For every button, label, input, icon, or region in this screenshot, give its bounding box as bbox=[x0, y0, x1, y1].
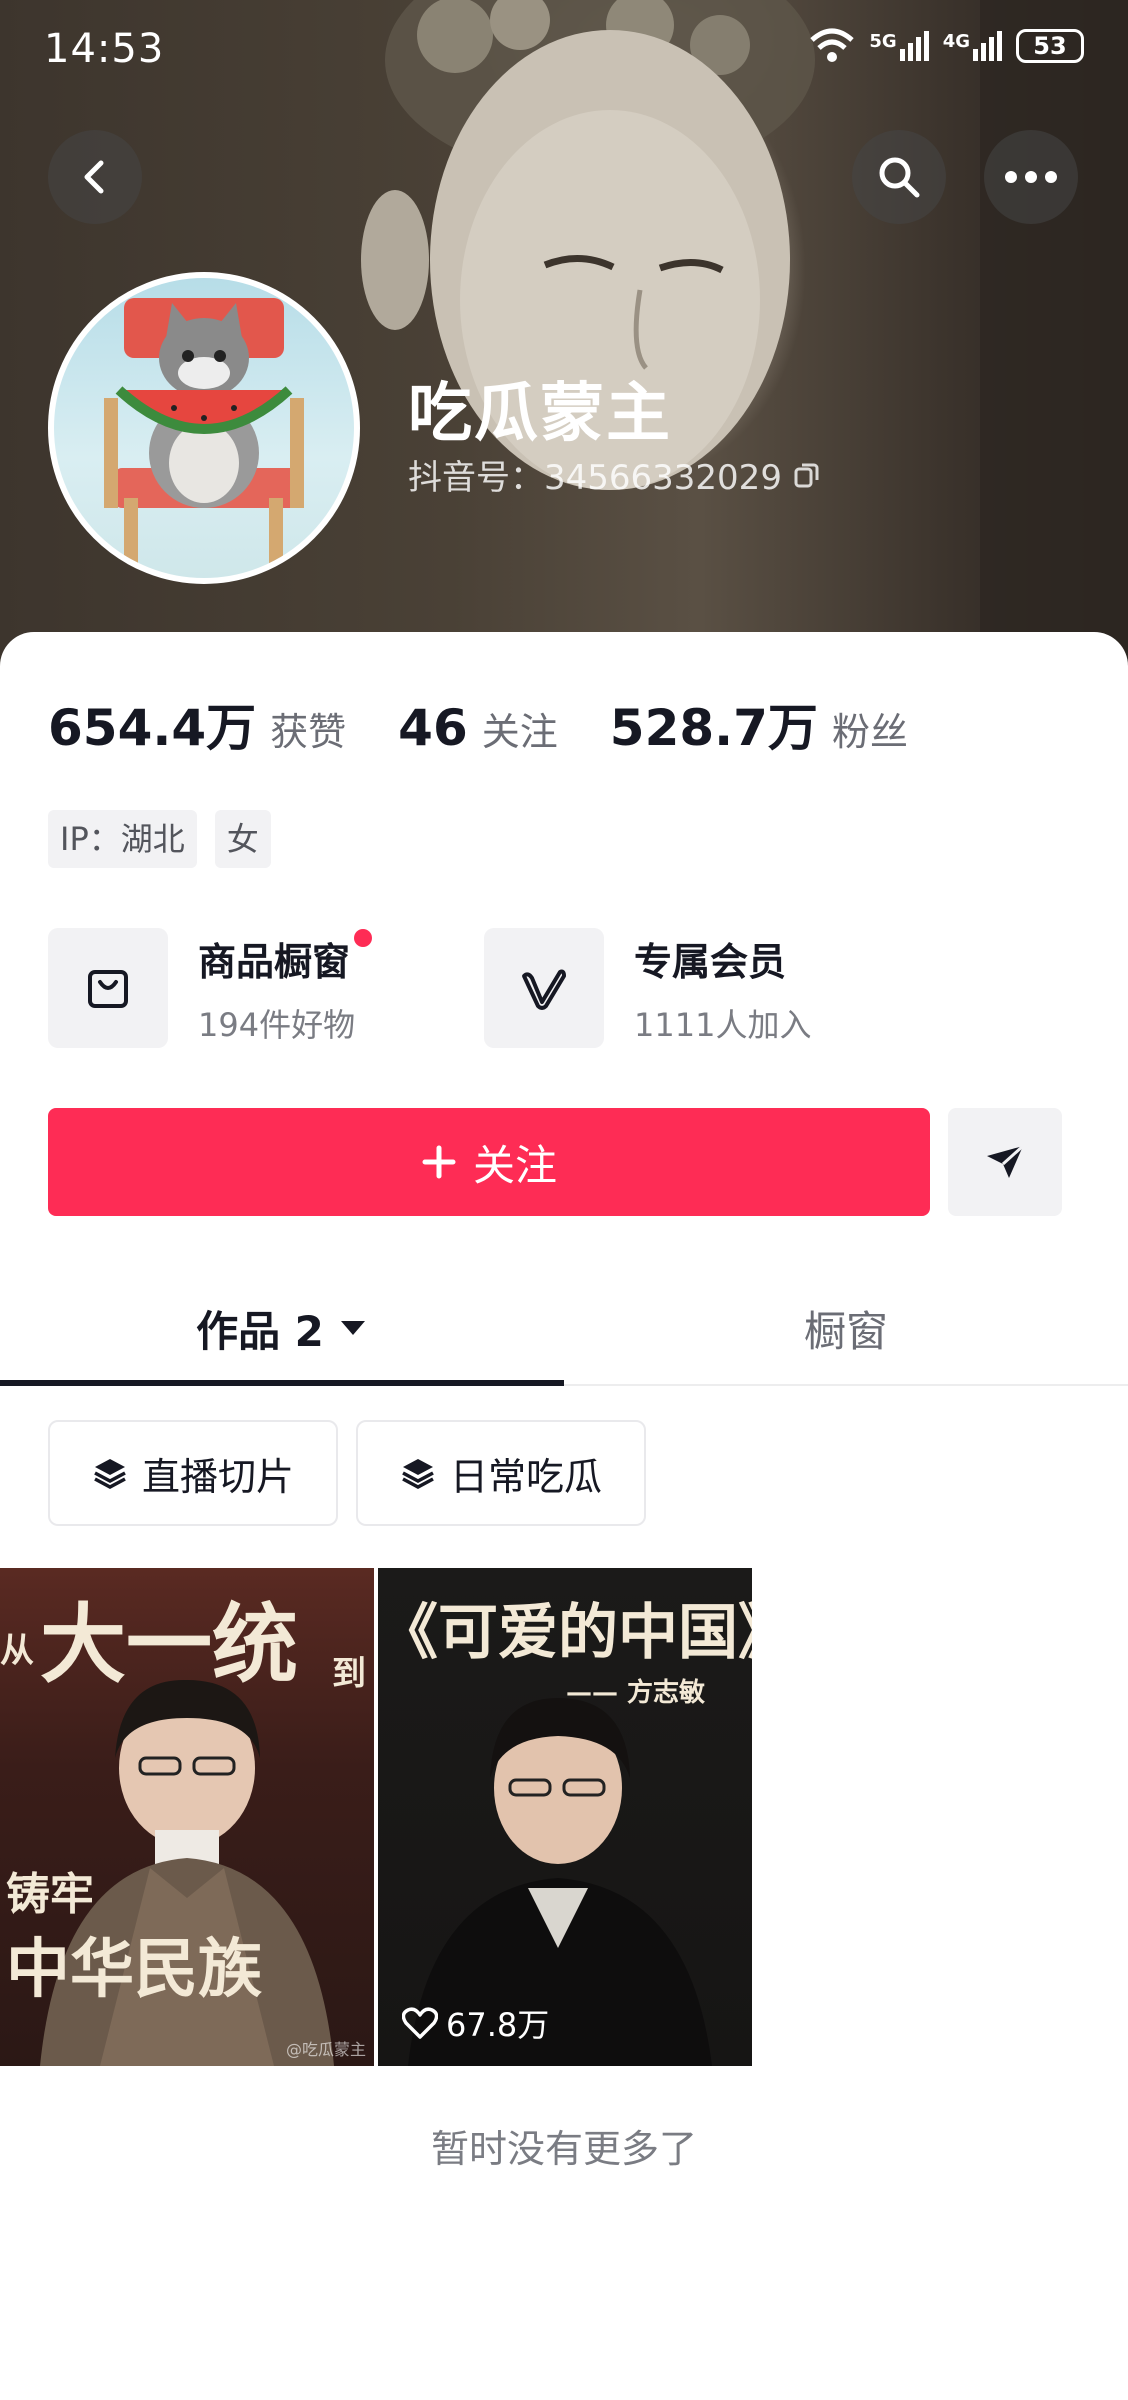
shop-icon-box bbox=[48, 928, 168, 1048]
status-icons: 5G 4G 53 bbox=[809, 28, 1084, 64]
video-overlay-caption: 中华民族 bbox=[6, 1932, 262, 2007]
copy-icon[interactable] bbox=[792, 460, 822, 490]
shop-subtitle: 194件好物 bbox=[198, 1005, 356, 1044]
video-watermark: @吃瓜蒙主 bbox=[285, 2040, 366, 2059]
video-thumbnail[interactable]: 《可爱的中国》 —— 方志敏 67.8万 bbox=[378, 1568, 752, 2066]
battery-icon: 53 bbox=[1016, 29, 1084, 63]
message-button[interactable] bbox=[948, 1108, 1062, 1216]
back-button[interactable] bbox=[48, 130, 142, 224]
tab-works[interactable]: 作品 2 bbox=[0, 1272, 564, 1386]
membership-text: 专属会员 1111人加入 bbox=[634, 931, 811, 1046]
layers-icon bbox=[402, 1459, 434, 1489]
avatar[interactable] bbox=[48, 272, 360, 584]
likes-count[interactable]: 654.4万 bbox=[48, 688, 256, 760]
shop-text: 商品橱窗 194件好物 bbox=[198, 928, 373, 1046]
video-overlay-small: 从 bbox=[0, 1631, 34, 1671]
video-likes-count: 67.8万 bbox=[446, 2006, 550, 2044]
signal-4g-icon: 4G bbox=[943, 31, 1002, 61]
membership-subtitle: 1111人加入 bbox=[634, 1005, 812, 1044]
membership-v-icon bbox=[522, 969, 566, 1010]
video-grid: 从 大一统 到 铸牢 中华民族 @吃瓜蒙主 《可爱的中国》 —— 方志敏 bbox=[0, 1568, 752, 2066]
shop-title: 商品橱窗 bbox=[198, 928, 373, 986]
content-tabs: 作品 2 橱窗 bbox=[0, 1272, 1128, 1386]
membership-entry[interactable]: 专属会员 1111人加入 bbox=[484, 928, 811, 1048]
no-more-content-text: 暂时没有更多了 bbox=[430, 2127, 697, 2171]
douyin-id-text: 抖音号：34566332029 bbox=[408, 458, 782, 498]
status-time: 14:53 bbox=[44, 26, 165, 72]
ip-location-tag: IP：湖北 bbox=[48, 810, 197, 868]
dropdown-triangle-icon[interactable] bbox=[338, 1318, 368, 1338]
collection-chip-daily-gossip[interactable]: 日常吃瓜 bbox=[356, 1420, 647, 1526]
profile-card: 654.4万 获赞 46 关注 528.7万 粉丝 IP：湖北 女 商品橱窗 1… bbox=[0, 632, 1128, 2400]
wifi-icon bbox=[810, 28, 855, 62]
video-overlay-title: 《可爱的中国》 bbox=[378, 1598, 752, 1668]
profile-cover: 14:53 5G 4G 53 吃瓜蒙主 抖音号：34566332029 bbox=[0, 0, 1128, 700]
gender-tag: 女 bbox=[214, 810, 271, 868]
profile-tags: IP：湖北 女 bbox=[48, 810, 271, 868]
notification-dot bbox=[354, 928, 373, 947]
battery-level: 53 bbox=[1033, 32, 1067, 60]
follow-label: 关注 bbox=[472, 1140, 557, 1190]
search-button[interactable] bbox=[852, 130, 946, 224]
heart-icon bbox=[402, 2007, 438, 2039]
send-icon bbox=[987, 1144, 1025, 1178]
profile-name: 吃瓜蒙主 bbox=[408, 377, 672, 451]
collection-chip-live-clips[interactable]: 直播切片 bbox=[48, 1420, 339, 1526]
signal-5g-label: 5G bbox=[869, 31, 897, 52]
shop-window-entry[interactable]: 商品橱窗 194件好物 bbox=[48, 928, 373, 1048]
search-icon bbox=[879, 157, 920, 198]
collection-label: 日常吃瓜 bbox=[450, 1454, 603, 1499]
video-thumbnail[interactable]: 从 大一统 到 铸牢 中华民族 @吃瓜蒙主 bbox=[0, 1568, 374, 2066]
avatar-image bbox=[104, 298, 304, 568]
status-bar: 14:53 5G 4G 53 bbox=[0, 0, 1128, 100]
signal-4g-label: 4G bbox=[942, 31, 970, 52]
followers-count[interactable]: 528.7万 bbox=[610, 688, 818, 760]
shop-title-label: 商品橱窗 bbox=[198, 939, 351, 984]
collection-label: 直播切片 bbox=[142, 1454, 295, 1499]
back-icon bbox=[84, 160, 104, 194]
following-label[interactable]: 关注 bbox=[482, 701, 558, 756]
video-overlay-title: 大一统 bbox=[40, 1594, 298, 1695]
video-overlay-small: 到 bbox=[332, 1654, 366, 1694]
plus-icon bbox=[422, 1145, 456, 1179]
more-button[interactable] bbox=[984, 130, 1078, 224]
profile-stats: 654.4万 获赞 46 关注 528.7万 粉丝 bbox=[48, 688, 960, 760]
tab-showcase[interactable]: 橱窗 bbox=[564, 1272, 1128, 1384]
following-count[interactable]: 46 bbox=[398, 699, 468, 757]
membership-icon-box bbox=[484, 928, 604, 1048]
shopping-bag-icon bbox=[88, 970, 128, 1008]
video-overlay-caption: 铸牢 bbox=[6, 1869, 94, 1920]
collection-chips: 直播切片 日常吃瓜 bbox=[48, 1420, 647, 1526]
more-icon bbox=[1005, 171, 1057, 183]
follow-button[interactable]: 关注 bbox=[48, 1108, 930, 1216]
tab-active-indicator bbox=[0, 1380, 564, 1386]
video-likes: 67.8万 bbox=[402, 2000, 549, 2046]
membership-title: 专属会员 bbox=[634, 939, 787, 984]
video-overlay-author: —— 方志敏 bbox=[566, 1678, 706, 1708]
signal-5g-icon: 5G bbox=[869, 31, 929, 61]
tab-showcase-label: 橱窗 bbox=[803, 1306, 888, 1356]
tab-works-label: 作品 2 bbox=[196, 1306, 324, 1356]
layers-icon bbox=[94, 1459, 126, 1489]
likes-label[interactable]: 获赞 bbox=[270, 701, 346, 756]
followers-label[interactable]: 粉丝 bbox=[832, 701, 908, 756]
douyin-id[interactable]: 抖音号：34566332029 bbox=[408, 450, 822, 499]
